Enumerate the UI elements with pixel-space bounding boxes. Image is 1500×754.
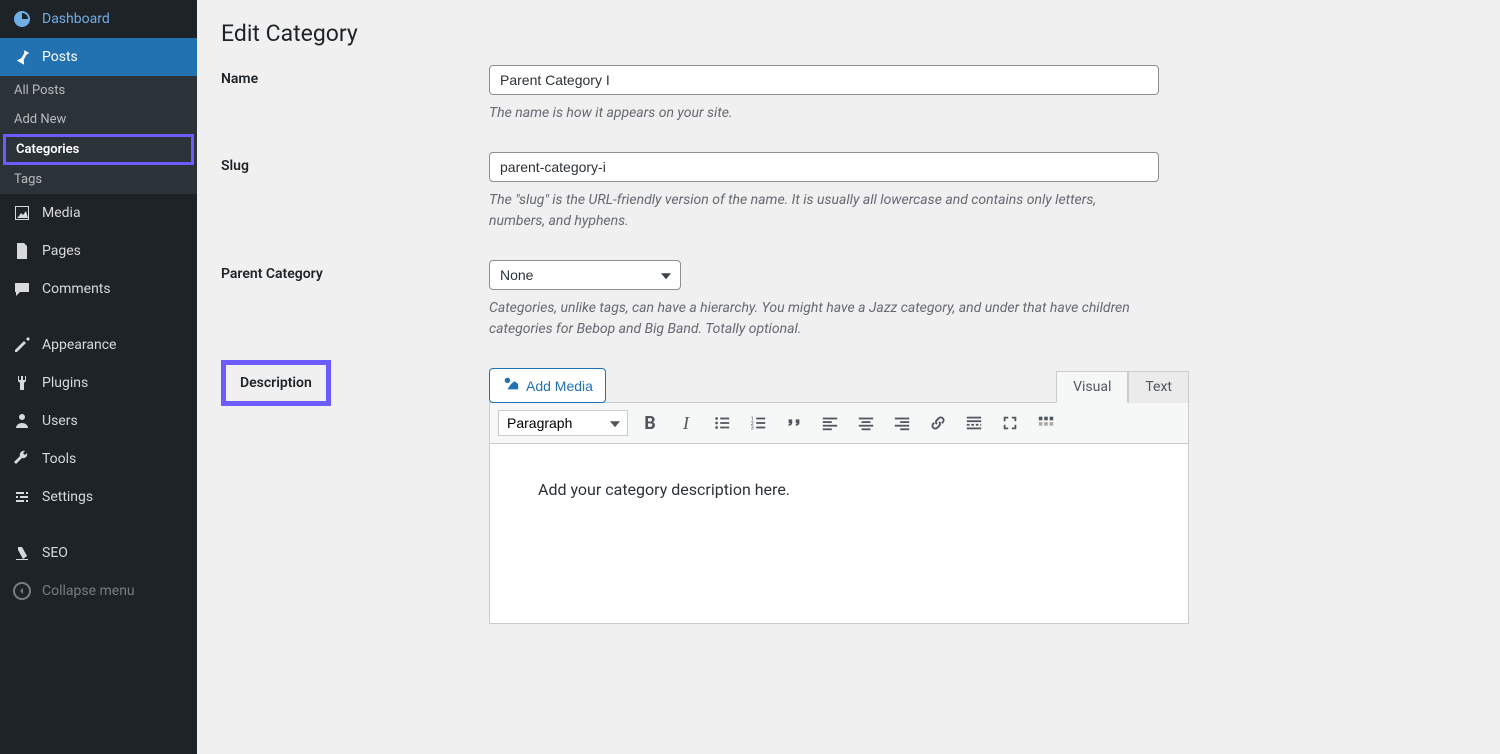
sidebar-item-label: Collapse menu xyxy=(42,583,135,599)
users-icon xyxy=(12,411,32,431)
sidebar-item-users[interactable]: Users xyxy=(0,402,197,440)
sidebar-item-label: Settings xyxy=(42,489,93,505)
submenu-item-add-new[interactable]: Add New xyxy=(0,105,197,134)
editor-toolbar: Paragraph B I 123 xyxy=(489,402,1189,444)
numbered-list-button[interactable]: 123 xyxy=(744,409,772,437)
align-left-button[interactable] xyxy=(816,409,844,437)
align-center-button[interactable] xyxy=(852,409,880,437)
sidebar-item-seo[interactable]: SEO xyxy=(0,534,197,572)
pin-icon xyxy=(12,47,32,67)
parent-label: Parent Category xyxy=(221,260,489,340)
sidebar-item-label: Appearance xyxy=(42,337,116,353)
field-row-name: Name The name is how it appears on your … xyxy=(221,65,1476,124)
field-row-description: Description Add Media Visual Text Paragr… xyxy=(221,368,1476,624)
fullscreen-button[interactable] xyxy=(996,409,1024,437)
parent-select[interactable]: None xyxy=(489,260,681,290)
dashboard-icon xyxy=(12,9,32,29)
settings-icon xyxy=(12,487,32,507)
insert-more-button[interactable] xyxy=(960,409,988,437)
admin-sidebar: Dashboard Posts All Posts Add New Catego… xyxy=(0,0,197,754)
collapse-icon xyxy=(12,581,32,601)
sidebar-item-pages[interactable]: Pages xyxy=(0,232,197,270)
bold-button[interactable]: B xyxy=(636,409,664,437)
sidebar-item-tools[interactable]: Tools xyxy=(0,440,197,478)
field-row-slug: Slug The "slug" is the URL-friendly vers… xyxy=(221,152,1476,232)
tab-visual[interactable]: Visual xyxy=(1056,371,1128,403)
tools-icon xyxy=(12,449,32,469)
sidebar-item-label: Pages xyxy=(42,243,81,259)
sidebar-item-label: Plugins xyxy=(42,375,88,391)
bullet-list-button[interactable] xyxy=(708,409,736,437)
main-content: Edit Category Name The name is how it ap… xyxy=(197,0,1500,754)
sidebar-item-label: Tools xyxy=(42,451,76,467)
sidebar-item-label: Comments xyxy=(42,281,111,297)
submenu-item-tags[interactable]: Tags xyxy=(0,165,197,194)
page-title: Edit Category xyxy=(221,20,1476,47)
italic-button[interactable]: I xyxy=(672,409,700,437)
tab-text[interactable]: Text xyxy=(1128,371,1189,403)
sidebar-item-dashboard[interactable]: Dashboard xyxy=(0,0,197,38)
slug-help: The "slug" is the URL-friendly version o… xyxy=(489,190,1149,232)
submenu-item-categories[interactable]: Categories xyxy=(3,134,194,165)
svg-text:3: 3 xyxy=(751,425,754,431)
field-row-parent: Parent Category None Categories, unlike … xyxy=(221,260,1476,340)
submenu-item-all-posts[interactable]: All Posts xyxy=(0,76,197,105)
slug-label: Slug xyxy=(221,152,489,232)
appearance-icon xyxy=(12,335,32,355)
sidebar-item-settings[interactable]: Settings xyxy=(0,478,197,516)
sidebar-item-label: Users xyxy=(42,413,78,429)
sidebar-item-label: SEO xyxy=(42,545,68,561)
description-label: Description xyxy=(221,360,331,406)
quote-button[interactable] xyxy=(780,409,808,437)
parent-help: Categories, unlike tags, can have a hier… xyxy=(489,298,1149,340)
sidebar-item-label: Media xyxy=(42,205,81,221)
link-button[interactable] xyxy=(924,409,952,437)
sidebar-collapse[interactable]: Collapse menu xyxy=(0,572,197,610)
plugins-icon xyxy=(12,373,32,393)
name-help: The name is how it appears on your site. xyxy=(489,103,1149,124)
name-label: Name xyxy=(221,65,489,124)
comments-icon xyxy=(12,279,32,299)
sidebar-item-label: Dashboard xyxy=(42,11,110,27)
name-input[interactable] xyxy=(489,65,1159,95)
add-media-button[interactable]: Add Media xyxy=(489,368,606,403)
posts-submenu: All Posts Add New Categories Tags xyxy=(0,76,197,194)
sidebar-item-label: Posts xyxy=(42,49,78,65)
sidebar-item-appearance[interactable]: Appearance xyxy=(0,326,197,364)
slug-input[interactable] xyxy=(489,152,1159,182)
editor: Add Media Visual Text Paragraph B I 123 xyxy=(489,368,1189,624)
pages-icon xyxy=(12,241,32,261)
sidebar-item-posts[interactable]: Posts xyxy=(0,38,197,76)
media-icon xyxy=(502,375,520,396)
sidebar-item-media[interactable]: Media xyxy=(0,194,197,232)
toolbar-toggle-button[interactable] xyxy=(1032,409,1060,437)
media-icon xyxy=(12,203,32,223)
description-editor[interactable]: Add your category description here. xyxy=(489,444,1189,624)
sidebar-item-comments[interactable]: Comments xyxy=(0,270,197,308)
seo-icon xyxy=(12,543,32,563)
align-right-button[interactable] xyxy=(888,409,916,437)
format-select[interactable]: Paragraph xyxy=(498,410,628,436)
sidebar-item-plugins[interactable]: Plugins xyxy=(0,364,197,402)
